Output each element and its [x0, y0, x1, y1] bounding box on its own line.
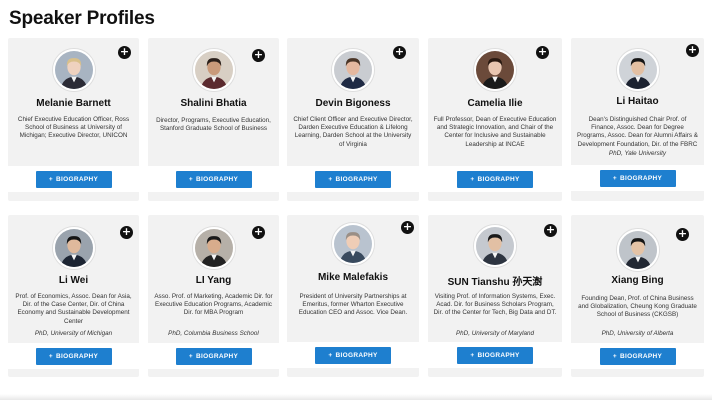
expand-plus-icon[interactable]: + [686, 44, 699, 57]
speaker-photo [192, 49, 235, 91]
biography-button[interactable]: + BIOGRAPHY [175, 171, 252, 188]
biography-label: BIOGRAPHY [477, 352, 520, 359]
speaker-name: Li Wei [58, 275, 89, 286]
biography-label: BIOGRAPHY [620, 353, 663, 360]
expand-plus-icon[interactable]: + [536, 46, 549, 59]
plus-icon: + [188, 176, 194, 183]
expand-plus-icon[interactable]: + [252, 49, 265, 62]
plus-icon: + [48, 353, 54, 360]
plus-icon: + [48, 176, 54, 183]
speaker-name: Melanie Barnett [36, 98, 111, 109]
speaker-name: Mike Malefakis [317, 272, 389, 283]
speaker-card: + Li Haitao Dean's Distinguished Chair Pro… [571, 38, 704, 201]
speaker-card: + Shalini Bhatia Director, Programs, Execu… [148, 38, 279, 201]
biography-button[interactable]: + BIOGRAPHY [599, 170, 676, 187]
biography-label: BIOGRAPHY [56, 176, 99, 183]
biography-label: BIOGRAPHY [196, 176, 239, 183]
speaker-card: + Melanie Barnett Chief Executive Educatio… [8, 38, 139, 201]
speaker-photo [474, 49, 516, 91]
speaker-photo [616, 229, 659, 271]
speaker-name: Camelia Ilie [467, 98, 523, 109]
speaker-title: Prof. of Economics, Assoc. Dean for Asia… [15, 293, 132, 325]
speaker-name: Shalini Bhatia [180, 98, 247, 109]
speaker-card: + LI Yang Asso. Prof. of Marketing, Academ… [148, 215, 279, 377]
speaker-card: + Devin Bigoness Chief Client Officer and … [287, 38, 419, 201]
speaker-name: Li Haitao [616, 96, 659, 107]
biography-button[interactable]: + BIOGRAPHY [35, 171, 112, 188]
speaker-title: Founding Dean, Prof. of China Business a… [578, 295, 697, 319]
speaker-photo [52, 49, 95, 91]
biography-button[interactable]: + BIOGRAPHY [457, 347, 533, 364]
bottom-divider [0, 394, 712, 400]
biography-label: BIOGRAPHY [335, 352, 378, 359]
expand-plus-icon[interactable]: + [118, 46, 131, 59]
speaker-grid: + Melanie Barnett Chief Executive Educatio… [0, 0, 712, 400]
plus-icon: + [612, 175, 618, 182]
speaker-card: + Xiang Bing Founding Dean, Prof. of China… [571, 215, 704, 377]
biography-button[interactable]: + BIOGRAPHY [599, 348, 676, 365]
speaker-title: Chief Executive Education Officer, Ross … [17, 116, 130, 140]
speaker-photo [616, 49, 659, 91]
biography-button[interactable]: + BIOGRAPHY [35, 348, 112, 365]
speaker-card: + Mike Malefakis President of University P… [287, 215, 419, 377]
speaker-title: Asso. Prof. of Marketing, Academic Dir. … [154, 293, 273, 317]
speaker-name: LI Yang [195, 275, 232, 286]
speaker-degree: PhD, University of Alberta [601, 330, 674, 337]
speaker-title: Dean's Distinguished Chair Prof. of Fina… [577, 116, 698, 148]
speaker-title: President of University Partnerships at … [298, 293, 408, 317]
speaker-title: Full Professor, Dean of Executive Educat… [433, 116, 557, 148]
expand-plus-icon[interactable]: + [252, 226, 265, 239]
speaker-photo [332, 223, 374, 265]
speaker-card: + Li Wei Prof. of Economics, Assoc. Dean f… [8, 215, 139, 377]
plus-icon: + [188, 353, 194, 360]
biography-button[interactable]: + BIOGRAPHY [457, 171, 533, 188]
expand-plus-icon[interactable]: + [544, 224, 557, 237]
speaker-degree: PhD, University of Michigan [34, 330, 113, 337]
expand-plus-icon[interactable]: + [120, 226, 133, 239]
expand-plus-icon[interactable]: + [676, 228, 689, 241]
speaker-card: + Camelia Ilie Full Professor, Dean of Exe… [428, 38, 562, 201]
speaker-photo [192, 227, 235, 269]
biography-label: BIOGRAPHY [56, 353, 99, 360]
plus-icon: + [612, 353, 618, 360]
plus-icon: + [470, 352, 475, 359]
expand-plus-icon[interactable]: + [401, 221, 414, 234]
speaker-degree: PhD, Yale University [608, 150, 667, 157]
biography-label: BIOGRAPHY [620, 175, 663, 182]
speaker-title: Chief Client Officer and Executive Direc… [293, 116, 413, 148]
speaker-card: + SUN Tianshu 孙天澍 Visiting Prof. of Inform… [428, 215, 562, 377]
speaker-name: Devin Bigoness [315, 98, 391, 109]
biography-button[interactable]: + BIOGRAPHY [175, 348, 252, 365]
plus-icon: + [328, 352, 333, 359]
expand-plus-icon[interactable]: + [393, 46, 406, 59]
plus-icon: + [328, 176, 333, 183]
speaker-degree: PhD, University of Maryland [455, 330, 535, 337]
biography-label: BIOGRAPHY [335, 176, 378, 183]
speaker-photo [52, 227, 95, 269]
biography-button[interactable]: + BIOGRAPHY [315, 171, 391, 188]
speaker-title: Visiting Prof. of Information Systems, E… [433, 293, 557, 317]
speaker-name: SUN Tianshu 孙天澍 [447, 277, 543, 288]
biography-button[interactable]: + BIOGRAPHY [315, 347, 391, 364]
speaker-title: Director, Programs, Executive Education,… [156, 117, 271, 133]
speaker-name: Xiang Bing [611, 275, 664, 286]
speaker-degree: PhD, Columbia Business School [168, 330, 259, 337]
speaker-photo [332, 49, 374, 91]
biography-label: BIOGRAPHY [196, 353, 239, 360]
speaker-photo [474, 225, 516, 267]
biography-label: BIOGRAPHY [477, 176, 520, 183]
plus-icon: + [470, 176, 475, 183]
